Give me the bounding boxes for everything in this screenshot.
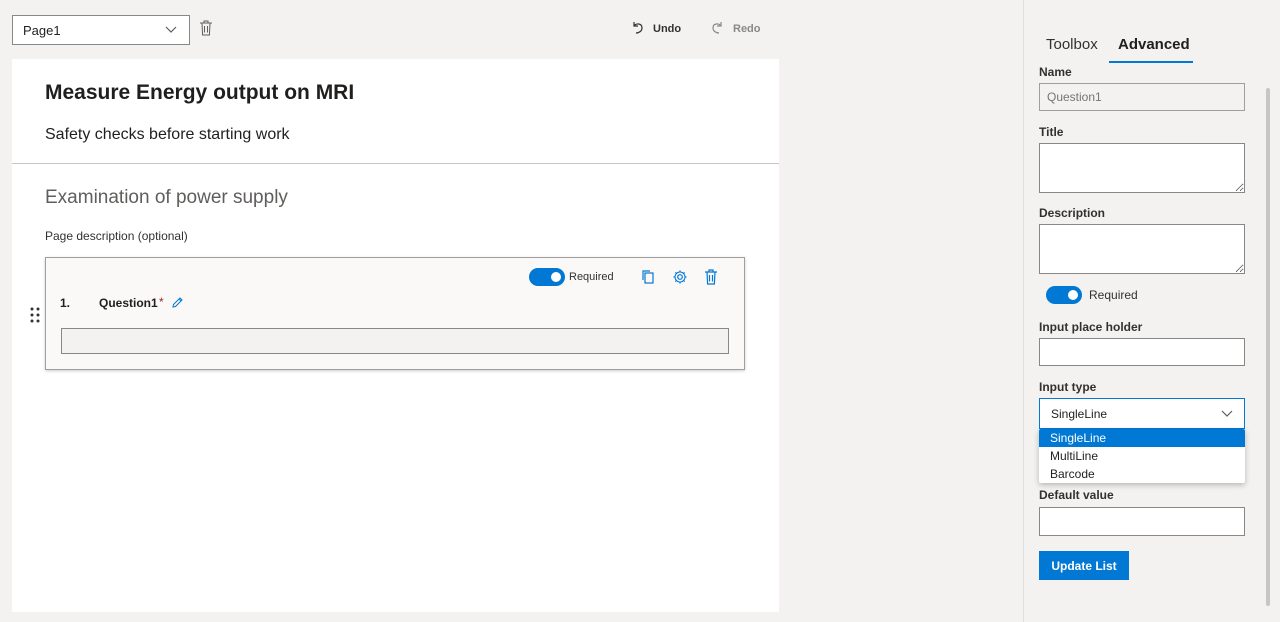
placeholder-label: Input place holder <box>1039 320 1143 334</box>
question-card[interactable]: Required 1. Question1 * <box>45 257 745 370</box>
page-select-value: Page1 <box>23 22 61 38</box>
toggle-switch[interactable] <box>529 268 565 286</box>
update-list-button[interactable]: Update List <box>1039 551 1129 580</box>
default-value-field[interactable] <box>1039 507 1245 536</box>
question-number: 1. <box>60 296 71 310</box>
question-required-label: Required <box>569 271 614 283</box>
title-label: Title <box>1039 125 1064 139</box>
page-description[interactable]: Page description (optional) <box>45 229 188 243</box>
default-value-label: Default value <box>1039 488 1114 502</box>
panel-scrollbar[interactable] <box>1266 88 1270 606</box>
required-star: * <box>159 295 164 309</box>
delete-question-icon[interactable] <box>704 269 720 285</box>
copy-icon[interactable] <box>640 269 656 285</box>
required-toggle[interactable]: Required <box>1046 286 1138 304</box>
page-title[interactable]: Examination of power supply <box>45 187 288 209</box>
form-title[interactable]: Measure Energy output on MRI <box>45 81 354 105</box>
title-field[interactable] <box>1039 143 1245 193</box>
active-tab-indicator <box>1109 61 1193 63</box>
page-select[interactable]: Page1 <box>12 15 190 45</box>
question-required-toggle[interactable]: Required <box>529 268 614 286</box>
question-answer-input[interactable] <box>61 328 729 354</box>
drag-handle-icon[interactable] <box>30 307 40 323</box>
input-type-value: SingleLine <box>1051 406 1108 421</box>
properties-panel: Toolbox Advanced Name Title Description … <box>1023 0 1280 622</box>
name-label: Name <box>1039 65 1072 79</box>
placeholder-field[interactable] <box>1039 338 1245 366</box>
required-toggle-label: Required <box>1089 288 1138 302</box>
form-description[interactable]: Safety checks before starting work <box>45 126 290 144</box>
name-field[interactable] <box>1039 83 1245 111</box>
chevron-down-icon <box>163 22 179 38</box>
tab-toolbox[interactable]: Toolbox <box>1046 36 1098 53</box>
redo-button[interactable]: Redo <box>710 20 761 38</box>
divider <box>12 163 779 164</box>
input-type-dropdown: SingleLine MultiLine Barcode <box>1039 429 1245 483</box>
tab-advanced[interactable]: Advanced <box>1118 36 1190 53</box>
chevron-down-icon <box>1221 407 1233 421</box>
toggle-switch[interactable] <box>1046 286 1082 304</box>
dropdown-option-barcode[interactable]: Barcode <box>1039 465 1245 483</box>
input-type-select[interactable]: SingleLine <box>1039 398 1245 429</box>
delete-page-icon[interactable] <box>199 20 215 38</box>
redo-icon <box>710 20 725 38</box>
redo-label: Redo <box>733 23 761 35</box>
question-title[interactable]: Question1 <box>99 296 158 310</box>
description-field[interactable] <box>1039 224 1245 274</box>
gear-icon[interactable] <box>672 269 688 285</box>
dropdown-option-singleline[interactable]: SingleLine <box>1039 429 1245 447</box>
undo-button[interactable]: Undo <box>630 20 681 38</box>
dropdown-option-multiline[interactable]: MultiLine <box>1039 447 1245 465</box>
input-type-label: Input type <box>1039 380 1097 394</box>
edit-pencil-icon[interactable] <box>171 296 185 310</box>
undo-label: Undo <box>653 23 682 35</box>
undo-icon <box>630 20 645 38</box>
description-label: Description <box>1039 206 1106 220</box>
